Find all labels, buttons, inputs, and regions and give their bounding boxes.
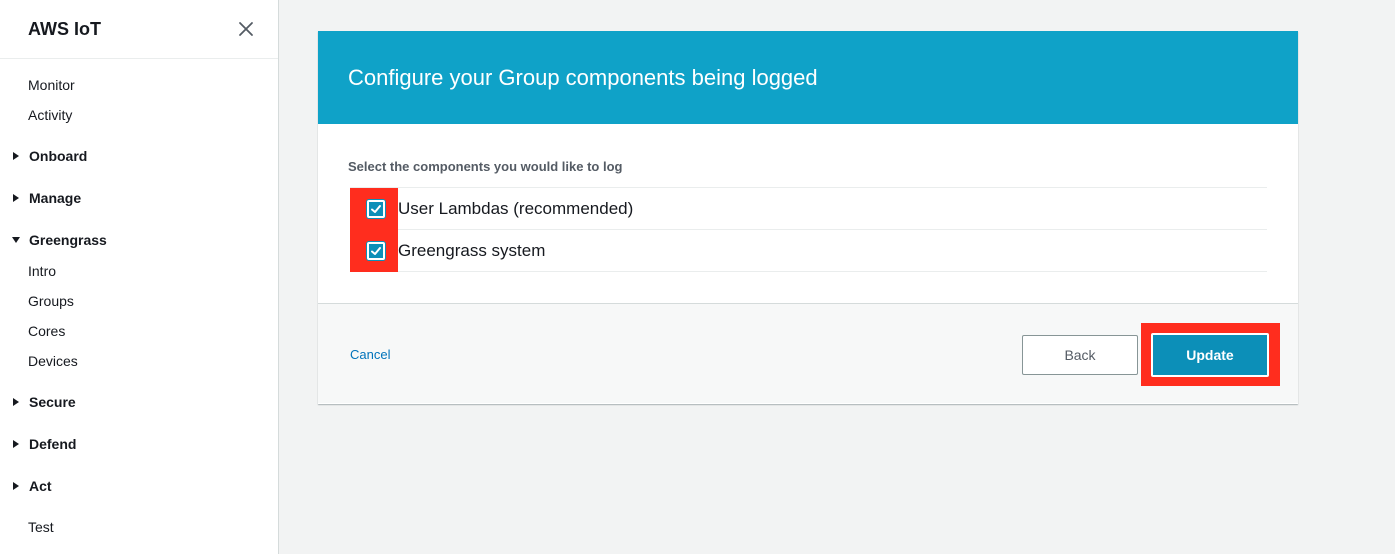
caret-down-icon <box>10 234 22 246</box>
sidebar-item-groups[interactable]: Groups <box>28 290 74 312</box>
option-label: User Lambdas (recommended) <box>398 198 634 218</box>
option-row-greengrass-system: Greengrass system <box>350 230 1267 272</box>
user-lambdas-checkbox[interactable] <box>367 200 385 218</box>
sidebar-item-intro[interactable]: Intro <box>28 260 56 282</box>
sidebar-item-label: Defend <box>29 436 77 452</box>
sidebar-item-label: Test <box>28 519 54 535</box>
sidebar-item-activity[interactable]: Activity <box>28 104 72 126</box>
sidebar-item-label: Act <box>29 478 52 494</box>
sidebar-item-label: Cores <box>28 323 66 339</box>
caret-right-icon <box>10 438 22 450</box>
close-icon[interactable] <box>236 19 256 39</box>
sidebar-item-greengrass[interactable]: Greengrass <box>10 229 107 251</box>
sidebar: AWS IoT Monitor Activity Onboard Manage … <box>0 0 279 554</box>
sidebar-header: AWS IoT <box>0 0 278 59</box>
sidebar-item-cores[interactable]: Cores <box>28 320 65 342</box>
update-button[interactable]: Update <box>1151 333 1269 377</box>
sidebar-item-manage[interactable]: Manage <box>10 187 81 209</box>
sidebar-item-label: Groups <box>28 293 74 309</box>
sidebar-item-onboard[interactable]: Onboard <box>10 145 87 167</box>
greengrass-system-checkbox[interactable] <box>367 242 385 260</box>
caret-right-icon <box>10 192 22 204</box>
sidebar-title: AWS IoT <box>28 18 101 39</box>
sidebar-item-label: Greengrass <box>29 232 107 248</box>
option-row-user-lambdas: User Lambdas (recommended) <box>350 188 1267 230</box>
checkmark-icon <box>371 205 381 213</box>
option-label: Greengrass system <box>398 240 546 260</box>
cancel-link[interactable]: Cancel <box>350 347 390 362</box>
sidebar-item-label: Manage <box>29 190 82 206</box>
sidebar-item-label: Devices <box>28 353 78 369</box>
sidebar-item-devices[interactable]: Devices <box>28 350 78 372</box>
card-body: Select the components you would like to … <box>318 124 1298 304</box>
card-footer: Cancel Back Update <box>318 304 1298 403</box>
app-window: AWS IoT Monitor Activity Onboard Manage … <box>0 0 1395 554</box>
sidebar-item-test[interactable]: Test <box>28 516 54 538</box>
sidebar-item-act[interactable]: Act <box>10 475 52 497</box>
section-label: Select the components you would like to … <box>348 159 623 174</box>
sidebar-item-label: Onboard <box>29 148 88 164</box>
caret-right-icon <box>10 480 22 492</box>
sidebar-item-defend[interactable]: Defend <box>10 433 76 455</box>
sidebar-item-label: Monitor <box>28 77 75 93</box>
caret-right-icon <box>10 396 22 408</box>
configure-logging-card: Configure your Group components being lo… <box>318 31 1298 404</box>
card-header: Configure your Group components being lo… <box>318 31 1298 124</box>
sidebar-item-label: Secure <box>29 394 76 410</box>
sidebar-item-label: Intro <box>28 263 57 279</box>
sidebar-item-label: Activity <box>28 107 73 123</box>
sidebar-item-monitor[interactable]: Monitor <box>28 74 75 96</box>
back-button[interactable]: Back <box>1022 335 1138 375</box>
card-title: Configure your Group components being lo… <box>348 64 818 90</box>
sidebar-item-secure[interactable]: Secure <box>10 391 76 413</box>
checkmark-icon <box>371 247 381 255</box>
caret-right-icon <box>10 150 22 162</box>
component-option-list: User Lambdas (recommended) Greengrass sy… <box>350 187 1267 272</box>
